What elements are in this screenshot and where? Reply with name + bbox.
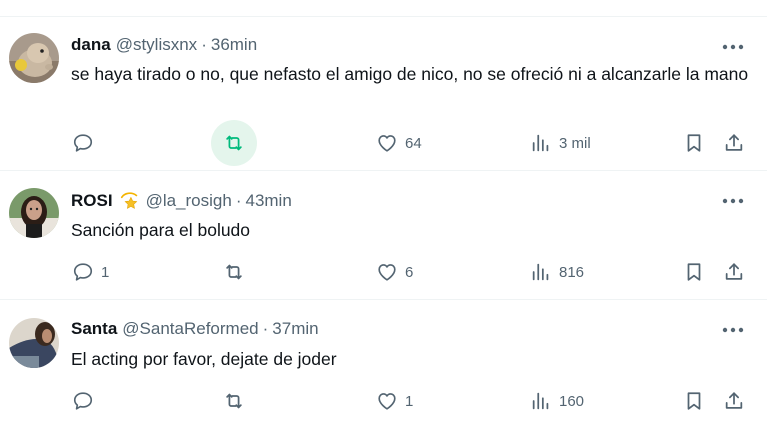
tweet-header: ROSI @la_rosigh · 43min — [71, 190, 292, 212]
share-icon — [725, 392, 743, 409]
tweet-actions: 1 160 — [0, 381, 767, 421]
more-options-button[interactable] — [721, 37, 745, 57]
dizzy-star-icon — [119, 190, 141, 212]
reply-count: 1 — [101, 263, 110, 281]
avatar[interactable] — [9, 318, 59, 368]
view-count: 3 mil — [559, 134, 591, 152]
reply-button[interactable]: 1 — [72, 252, 109, 292]
timestamp[interactable]: 43min — [245, 191, 291, 211]
views-button[interactable]: 816 — [530, 252, 584, 292]
woman-avatar-icon — [9, 188, 59, 238]
bookmark-icon — [687, 263, 701, 281]
bookmark-button[interactable] — [683, 123, 705, 163]
tweet-text: El acting por favor, dejate de joder — [71, 349, 337, 369]
tweet-text: se haya tirado o no, que nefasto el amig… — [71, 64, 749, 84]
reply-button[interactable] — [72, 123, 101, 163]
views-chart-icon — [532, 263, 549, 281]
more-options-button[interactable] — [721, 320, 745, 340]
tweet-text: Sanción para el boludo — [71, 220, 251, 240]
tweet[interactable]: dana @stylisxnx · 36min se haya tirado o… — [0, 17, 767, 171]
retweet-button[interactable] — [223, 123, 252, 163]
like-button[interactable]: 64 — [376, 123, 422, 163]
retweet-icon — [226, 135, 242, 151]
tweet-header: dana @stylisxnx · 36min — [71, 35, 257, 55]
avatar[interactable] — [9, 188, 59, 238]
avatar[interactable] — [9, 33, 59, 83]
tweet[interactable]: ROSI @la_rosigh · 43min Sanción para el … — [0, 171, 767, 300]
more-options-button[interactable] — [721, 191, 745, 211]
user-name[interactable]: ROSI — [71, 191, 113, 211]
like-button[interactable]: 1 — [376, 381, 413, 421]
views-chart-icon — [532, 392, 549, 410]
reply-icon — [73, 263, 93, 281]
share-button[interactable] — [723, 252, 745, 292]
reply-icon — [73, 392, 93, 410]
views-chart-icon — [532, 134, 549, 152]
view-count: 816 — [559, 263, 585, 281]
user-handle[interactable]: @la_rosigh — [146, 191, 232, 211]
person-avatar-icon — [9, 318, 59, 368]
more-dots-icon — [722, 198, 744, 204]
retweet-icon — [226, 264, 242, 280]
timestamp[interactable]: 36min — [211, 35, 257, 55]
share-icon — [725, 263, 743, 280]
like-count: 64 — [405, 134, 422, 152]
view-count: 160 — [559, 392, 585, 410]
separator: · — [262, 319, 269, 338]
hamster-avatar-icon — [9, 33, 59, 83]
like-count: 1 — [405, 392, 414, 410]
more-dots-icon — [722, 327, 744, 333]
tweet[interactable]: Santa @SantaReformed · 37min El acting p… — [0, 300, 767, 429]
tweet-actions: 1 6 816 — [0, 252, 767, 292]
user-handle[interactable]: @stylisxnx — [116, 35, 198, 55]
tweet-header: Santa @SantaReformed · 37min — [71, 319, 319, 339]
separator: · — [235, 191, 242, 210]
retweet-icon — [226, 393, 242, 409]
reply-icon — [73, 134, 93, 152]
user-handle[interactable]: @SantaReformed — [122, 319, 258, 339]
heart-icon — [378, 264, 396, 281]
views-button[interactable]: 3 mil — [530, 123, 591, 163]
heart-icon — [378, 393, 396, 410]
separator: · — [201, 35, 207, 54]
heart-icon — [378, 135, 396, 152]
views-button[interactable]: 160 — [530, 381, 584, 421]
timestamp[interactable]: 37min — [272, 319, 318, 339]
share-button[interactable] — [723, 381, 745, 421]
bookmark-button[interactable] — [683, 252, 705, 292]
like-count: 6 — [405, 263, 414, 281]
bookmark-button[interactable] — [683, 381, 705, 421]
more-dots-icon — [722, 44, 744, 50]
retweet-button[interactable] — [223, 381, 252, 421]
user-name[interactable]: Santa — [71, 319, 117, 339]
reply-button[interactable] — [72, 381, 101, 421]
user-name[interactable]: dana — [71, 35, 111, 55]
bookmark-icon — [687, 134, 701, 152]
like-button[interactable]: 6 — [376, 252, 413, 292]
bookmark-icon — [687, 392, 701, 410]
share-button[interactable] — [723, 123, 745, 163]
retweet-button[interactable] — [223, 252, 252, 292]
tweet-actions: 64 3 mil — [0, 120, 767, 166]
share-icon — [725, 134, 743, 151]
